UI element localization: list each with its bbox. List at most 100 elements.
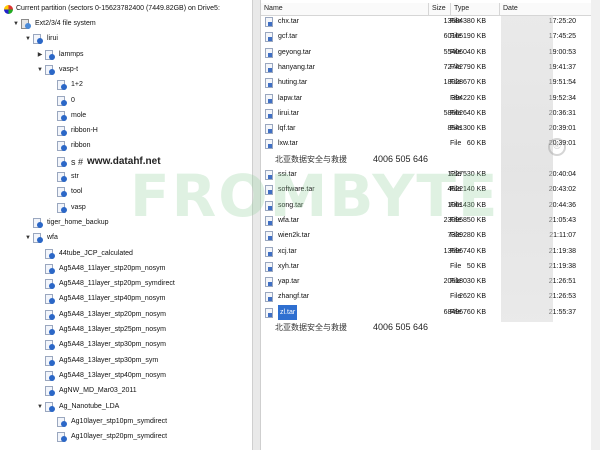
tree-item[interactable]: 0	[48, 94, 75, 108]
collapse-arrow-icon[interactable]: ▼	[12, 17, 20, 31]
tree-item[interactable]: ▼ wfa	[24, 231, 58, 245]
file-name: wien2k.tar	[278, 232, 310, 240]
file-name: lxw.tar	[278, 140, 298, 148]
tree-item[interactable]: Ag10layer_stp10pm_symdirect	[48, 415, 167, 429]
file-name: lqf.tar	[278, 125, 296, 133]
tree-item[interactable]: Ag5A48_11layer_stp40pm_nosym	[36, 292, 166, 306]
filesystem-icon	[20, 19, 32, 29]
file-type: File	[450, 79, 462, 87]
file-icon	[265, 124, 273, 135]
file-type: File	[450, 232, 462, 240]
file-name: zhangf.tar	[278, 293, 310, 301]
recovery-service-note: 北亚数据安全与救援 4006 505 646	[275, 322, 428, 333]
tree-label: Ext2/3/4 file system	[35, 20, 96, 27]
tree-label: vasp-t	[59, 65, 79, 73]
file-type: File	[450, 216, 462, 224]
file-icon	[265, 78, 273, 89]
tree-item[interactable]: vasp	[48, 201, 86, 215]
collapse-arrow-icon[interactable]: ▼	[24, 231, 32, 245]
expand-arrow-icon[interactable]: ▶	[36, 48, 44, 62]
tree-item[interactable]: Ag5A48_11layer_stp20pm_symdirect	[36, 277, 175, 291]
tree-item[interactable]: ribbon	[48, 139, 90, 153]
tree-label: lirui	[47, 35, 58, 43]
note-phone: 4006 505 646	[373, 153, 429, 164]
collapse-arrow-icon[interactable]: ▼	[36, 400, 44, 414]
tree-pane-splitter-scrollbar[interactable]	[252, 0, 261, 450]
tree-item[interactable]: ribbon-H	[48, 124, 98, 138]
file-icon	[265, 292, 273, 303]
tree-item[interactable]: tiger_home_backup	[24, 216, 109, 230]
tree-label: vasp	[71, 203, 86, 211]
tree-item[interactable]: ▼ Ag_Nanotube_LDA	[36, 400, 119, 414]
folder-icon	[32, 217, 44, 228]
collapse-arrow-icon[interactable]: ▼	[36, 63, 44, 77]
note-text: 北亚数据安全与救援	[275, 154, 347, 164]
file-name: hanyang.tar	[278, 63, 315, 71]
tree-item[interactable]: ▶ lammps	[36, 48, 84, 62]
tree-label: Ag5A48_13layer_stp20pm_nosym	[59, 310, 167, 318]
folder-icon	[44, 401, 56, 412]
tree-item[interactable]: Ag5A48_13layer_stp30pm_sym	[36, 354, 158, 368]
file-name: huting.tar	[278, 79, 308, 87]
tree-item[interactable]: Ag5A48_13layer_stp25pm_nosym	[36, 323, 166, 337]
tree-label: ribbon-H	[71, 127, 98, 135]
tree-label: Current partition (sectors 0-15623782400…	[16, 5, 220, 12]
file-icon	[265, 93, 273, 104]
tree-label: Ag10layer_stp10pm_symdirect	[71, 417, 168, 425]
folder-icon	[56, 156, 68, 167]
folder-icon	[32, 233, 44, 244]
tree-item[interactable]: Ag5A48_11layer_stp20pm_nosym	[36, 262, 166, 276]
tree-label: 44tube_JCP_calculated	[59, 249, 133, 257]
file-icon	[265, 62, 273, 73]
file-name: zl.tar	[278, 304, 298, 320]
tree-item[interactable]: tool	[48, 185, 82, 199]
tree-item[interactable]: 1+2	[48, 78, 83, 92]
tree-label: Ag5A48_13layer_stp25pm_nosym	[59, 326, 167, 333]
file-size: 60 KB	[466, 140, 486, 148]
folder-icon	[56, 126, 68, 137]
tree-item[interactable]: s # www.datahf.net	[48, 155, 161, 169]
folder-tree-pane: Current partition (sectors 0-15623782400…	[0, 0, 252, 450]
tree-item[interactable]: mole	[48, 109, 86, 123]
note-text: 北亚数据安全与救援	[275, 323, 347, 332]
tree-label: Ag_Nanotube_LDA	[59, 402, 120, 410]
file-icon	[265, 215, 273, 226]
collapse-arrow-icon[interactable]: ▼	[24, 32, 32, 46]
tree-label: Ag5A48_11layer_stp20pm_symdirect	[59, 280, 175, 288]
tree-item[interactable]: Ag5A48_13layer_stp40pm_nosym	[36, 369, 166, 383]
folder-icon	[44, 370, 56, 381]
file-name: yap.tar	[278, 278, 300, 286]
file-type: File	[450, 247, 462, 255]
file-type: File	[450, 201, 462, 209]
file-list-scrollbar[interactable]	[591, 0, 600, 450]
tree-label: 1+2	[71, 81, 83, 89]
tree-item[interactable]: str	[48, 170, 79, 184]
file-type: File	[450, 293, 462, 301]
folder-icon	[44, 64, 56, 75]
note-phone: 4006 505 646	[373, 322, 429, 332]
file-icon	[265, 307, 273, 318]
tree-label: Ag5A48_13layer_stp40pm_nosym	[59, 371, 167, 379]
tree-label: Ag5A48_13layer_stp30pm_sym	[59, 356, 159, 364]
folder-icon	[56, 202, 68, 213]
file-type: File	[450, 48, 462, 56]
folder-icon	[56, 110, 68, 121]
file-icon	[265, 200, 273, 211]
tree-item[interactable]: Ag5A48_13layer_stp30pm_nosym	[36, 338, 166, 352]
tree-item[interactable]: 44tube_JCP_calculated	[36, 247, 133, 261]
file-icon	[265, 47, 273, 58]
file-icon	[265, 246, 273, 257]
folder-icon	[44, 309, 56, 320]
folder-icon	[44, 263, 56, 274]
file-type: File	[450, 186, 462, 194]
file-icon	[265, 108, 273, 119]
file-type: File	[450, 18, 462, 25]
tree-item[interactable]: ▼ lirui	[24, 32, 58, 46]
tree-item[interactable]: AgNW_MD_Mar03_2011	[36, 384, 137, 398]
tree-item[interactable]: Ag10layer_stp20pm_symdirect	[48, 430, 167, 444]
file-type: File	[450, 171, 462, 178]
tree-item[interactable]: ▼ vasp-t	[36, 63, 78, 77]
tree-item[interactable]: Ag5A48_13layer_stp20pm_nosym	[36, 308, 166, 322]
tree-root-partition[interactable]: Current partition (sectors 0-15623782400…	[4, 2, 220, 16]
tree-item[interactable]: ▼ Ext2/3/4 file system	[12, 17, 96, 31]
